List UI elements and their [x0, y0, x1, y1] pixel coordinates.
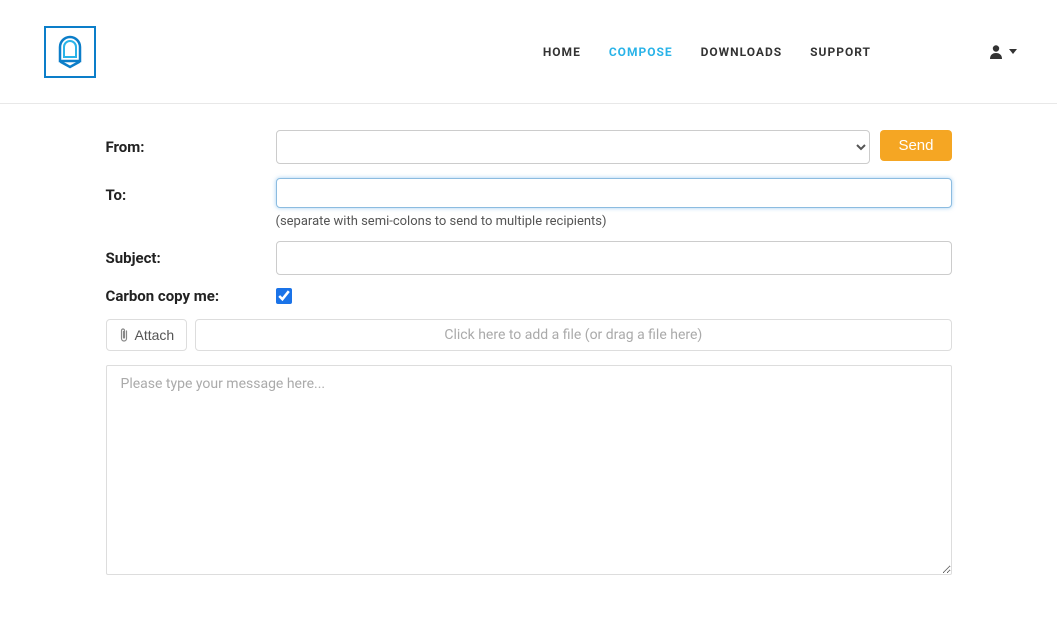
- main-nav: HOME COMPOSE DOWNLOADS SUPPORT: [543, 44, 1017, 60]
- to-label: To:: [106, 178, 276, 204]
- from-label: From:: [106, 130, 276, 156]
- attach-button-label: Attach: [135, 327, 175, 343]
- cc-label: Carbon copy me:: [106, 287, 276, 305]
- compose-form: From: Send To: (separate with semi-colon…: [94, 104, 964, 619]
- brand-logo[interactable]: [44, 26, 96, 78]
- paperclip-icon: [119, 327, 129, 343]
- to-input[interactable]: [276, 178, 952, 208]
- nav-home[interactable]: HOME: [543, 45, 581, 59]
- chevron-down-icon: [1009, 49, 1017, 54]
- user-menu[interactable]: [989, 44, 1017, 60]
- logo-icon: [55, 35, 85, 69]
- user-icon: [989, 44, 1003, 60]
- nav-support[interactable]: SUPPORT: [810, 45, 871, 59]
- send-button[interactable]: Send: [880, 130, 951, 161]
- cc-checkbox[interactable]: [276, 288, 292, 304]
- to-helper-text: (separate with semi-colons to send to mu…: [276, 214, 952, 229]
- attach-button[interactable]: Attach: [106, 319, 188, 351]
- nav-downloads[interactable]: DOWNLOADS: [701, 45, 783, 59]
- nav-compose[interactable]: COMPOSE: [609, 45, 673, 59]
- file-dropzone[interactable]: Click here to add a file (or drag a file…: [195, 319, 951, 351]
- app-header: HOME COMPOSE DOWNLOADS SUPPORT: [0, 0, 1057, 104]
- message-textarea[interactable]: [106, 365, 952, 575]
- from-select[interactable]: [276, 130, 871, 164]
- subject-input[interactable]: [276, 241, 952, 275]
- subject-label: Subject:: [106, 241, 276, 267]
